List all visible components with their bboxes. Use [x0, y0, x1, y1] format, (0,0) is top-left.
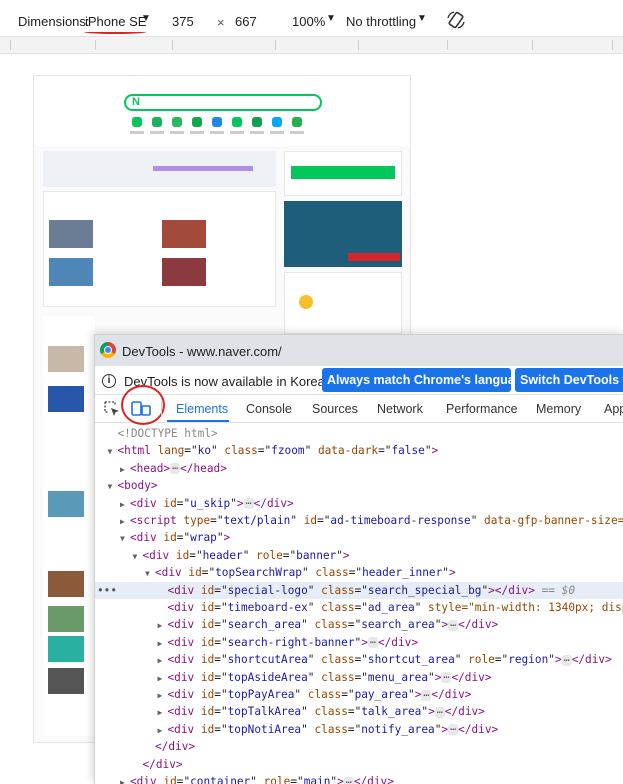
zoom-dropdown-icon[interactable]: ▼	[326, 13, 336, 24]
red-circle-annotation	[121, 385, 165, 425]
dom-node[interactable]: ▼ <html lang="ko" class="fzoom" data-dark…	[95, 442, 623, 459]
dom-node[interactable]: ▶ <div id="search-right-banner">… </div>	[95, 634, 623, 651]
ruler-tick	[275, 40, 276, 50]
dom-node[interactable]: ▶ <div id="topPayArea" class="pay_area">……	[95, 686, 623, 703]
device-toolbar: Dimensions: iPhone SE ▼ 375 × 667 100% ▼…	[0, 0, 623, 37]
chrome-logo-icon	[100, 342, 116, 358]
language-infobar: i DevTools is now available in Korean! A…	[95, 366, 623, 395]
inspect-element-icon[interactable]	[104, 401, 120, 417]
ruler-tick	[447, 40, 448, 50]
selected-dom-node[interactable]: ••• <div id="special-logo" class="search…	[95, 581, 623, 599]
tab-application[interactable]: App	[604, 402, 623, 416]
dom-node[interactable]: ▼ <div id="topSearchWrap" class="header_i…	[95, 564, 623, 581]
ruler-tick	[95, 40, 96, 50]
dom-node[interactable]: ▶ <div id="topNotiArea" class="notify_are…	[95, 721, 623, 738]
ruler-tick	[172, 40, 173, 50]
device-select[interactable]: iPhone SE	[85, 14, 146, 29]
dom-node[interactable]: ▼ <div id="header" role="banner">	[95, 547, 623, 564]
infobar-message: DevTools is now available in Korean!	[124, 374, 336, 389]
dimensions-label: Dimensions:	[18, 14, 90, 29]
device-dropdown-icon[interactable]: ▼	[141, 13, 151, 24]
tab-elements[interactable]: Elements	[176, 402, 228, 416]
dom-node[interactable]: ▼ <div id="wrap">	[95, 529, 623, 546]
ruler-tick	[532, 40, 533, 50]
dom-node[interactable]: </div>	[95, 756, 623, 773]
tab-network[interactable]: Network	[377, 402, 423, 416]
dom-node[interactable]: ▶ <script type="text/plain" id="ad-timebo…	[95, 512, 623, 529]
tab-performance[interactable]: Performance	[446, 402, 518, 416]
ruler-tick	[358, 40, 359, 50]
red-underline-annotation	[84, 30, 146, 34]
page-login-box	[284, 151, 402, 196]
dom-node[interactable]: <div id="timeboard-ex" class="ad_area" s…	[95, 599, 623, 616]
tab-console[interactable]: Console	[246, 402, 292, 416]
page-ad-image	[284, 201, 402, 267]
dom-node[interactable]: ▶ <div id="u_skip">… </div>	[95, 495, 623, 512]
devtools-window-title: DevTools - www.naver.com/	[122, 344, 282, 359]
dom-node[interactable]: ▶ <div id="topTalkArea" class="talk_area"…	[95, 703, 623, 720]
match-language-button[interactable]: Always match Chrome's language	[322, 368, 511, 392]
times-separator: ×	[217, 15, 225, 30]
dom-node[interactable]: ▼ <body>	[95, 477, 623, 494]
height-input[interactable]: 667	[235, 14, 257, 29]
devtools-window: DevTools - www.naver.com/ i DevTools is …	[94, 334, 623, 784]
zoom-select[interactable]: 100%	[292, 14, 325, 29]
tab-memory[interactable]: Memory	[536, 402, 581, 416]
naver-logo-icon: N	[132, 96, 140, 108]
dom-node[interactable]: ▶ <div id="topAsideArea" class="menu_area…	[95, 669, 623, 686]
throttling-select[interactable]: No throttling	[346, 14, 416, 29]
tab-sources[interactable]: Sources	[312, 402, 358, 416]
sun-icon	[299, 295, 313, 309]
page-search-box[interactable]: N	[124, 94, 322, 111]
page-banner	[43, 151, 276, 187]
info-icon: i	[102, 374, 116, 388]
active-tab-indicator	[167, 420, 229, 422]
media-query-ruler	[0, 37, 623, 54]
throttling-dropdown-icon[interactable]: ▼	[417, 13, 427, 24]
dom-node[interactable]: </div>	[95, 738, 623, 755]
rotate-icon[interactable]	[446, 10, 466, 30]
switch-language-button[interactable]: Switch DevTools to	[515, 368, 623, 392]
dom-node[interactable]: ▶ <div id="shortcutArea" class="shortcut_…	[95, 651, 623, 668]
dom-node[interactable]: ▶ <div id="search_area" class="search_are…	[95, 616, 623, 633]
dom-node[interactable]: ▶ <div id="container" role="main">… </div>	[95, 773, 623, 784]
dom-node[interactable]: <!DOCTYPE html>	[95, 425, 623, 442]
devtools-tabbar: Elements Console Sources Network Perform…	[95, 385, 623, 425]
page-shopping-panel	[43, 316, 95, 736]
width-input[interactable]: 375	[172, 14, 194, 29]
devtools-titlebar: DevTools - www.naver.com/	[95, 335, 623, 366]
page-header	[34, 76, 410, 146]
page-weather-panel	[284, 272, 402, 334]
page-news-panel	[43, 191, 276, 307]
ruler-tick	[612, 40, 613, 50]
dom-node[interactable]: ▶ <head>… </head>	[95, 460, 623, 477]
ruler-tick	[10, 40, 11, 50]
